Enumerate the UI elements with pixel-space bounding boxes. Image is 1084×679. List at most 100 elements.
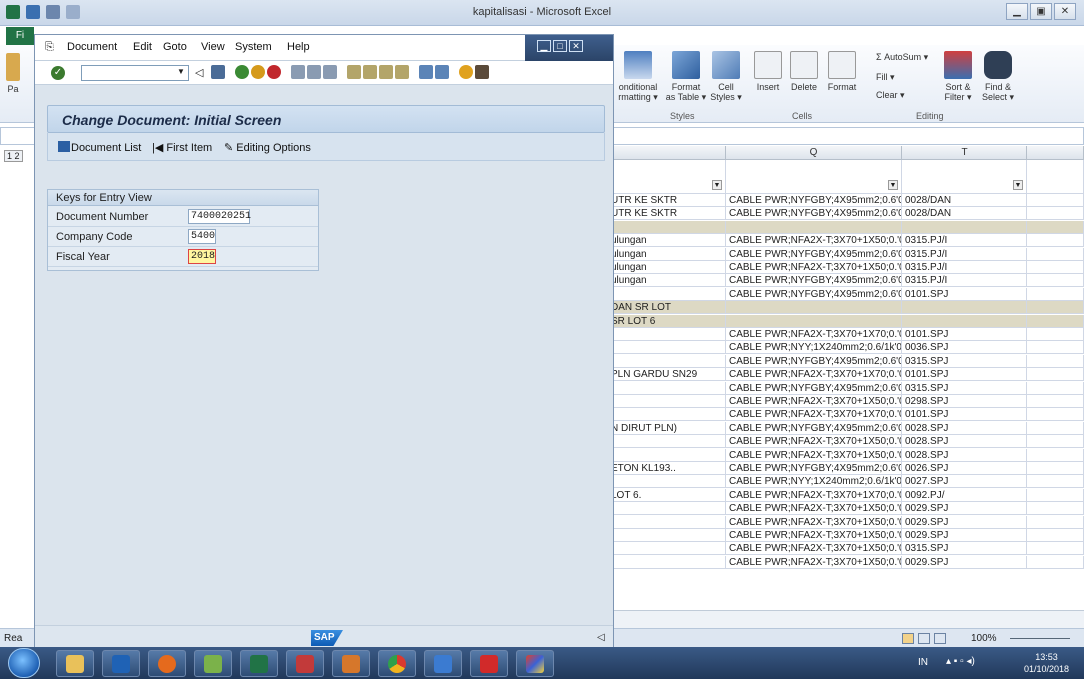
- view-page-break-icon[interactable]: [934, 633, 946, 644]
- table-row[interactable]: N DIRUT PLN) CABLE PWR;NYFGBY;4X95mm2;0.6…: [608, 421, 1084, 435]
- file-explorer-taskbar-button[interactable]: [56, 650, 94, 677]
- autosum-button[interactable]: Σ AutoSum ▾: [876, 52, 936, 62]
- green-back-icon[interactable]: [235, 65, 249, 79]
- table-cell[interactable]: 0101.SPJ: [902, 408, 1027, 422]
- sheet-scrollbar[interactable]: [608, 610, 1084, 628]
- table-cell[interactable]: CABLE PWR;NYFGBY;4X95mm2;0.6'00000000311…: [726, 462, 902, 475]
- table-row[interactable]: SR LOT 6: [608, 314, 1084, 328]
- table-cell[interactable]: 0101.SPJ: [902, 368, 1027, 382]
- cc4-taskbar-button[interactable]: [286, 650, 324, 677]
- filter-dropdown-icon[interactable]: ▼: [712, 180, 722, 190]
- first-page-icon[interactable]: [347, 65, 361, 79]
- table-cell[interactable]: 0315.PJ/I: [902, 234, 1027, 248]
- table-cell[interactable]: [1027, 381, 1084, 395]
- table-cell[interactable]: [1027, 207, 1084, 221]
- file-tab[interactable]: Fi: [6, 27, 34, 45]
- table-cell[interactable]: [608, 341, 726, 355]
- table-cell[interactable]: 0028/DAN: [902, 194, 1027, 207]
- minimize-button[interactable]: ▁: [1006, 3, 1028, 20]
- column-header-t[interactable]: T: [902, 146, 1027, 160]
- acrobat-taskbar-button[interactable]: [470, 650, 508, 677]
- table-cell[interactable]: DAN SR LOT: [608, 301, 726, 315]
- table-cell[interactable]: LOT 6.: [608, 488, 726, 502]
- table-cell[interactable]: 0028.SPJ: [902, 421, 1027, 435]
- table-cell[interactable]: ulungan: [608, 274, 726, 288]
- document-number-field[interactable]: 7400020251: [188, 209, 251, 224]
- tray-icons[interactable]: ▴ ▪ ▫ ◂): [946, 656, 975, 667]
- table-cell[interactable]: [726, 314, 902, 328]
- insert-button[interactable]: Insert: [750, 51, 786, 92]
- fiscal-year-field[interactable]: 2018: [188, 249, 216, 264]
- save-icon[interactable]: [211, 65, 225, 79]
- table-cell[interactable]: [1027, 421, 1084, 435]
- table-row[interactable]: LOT 6.CABLE PWR;NFA2X-T;3X70+1X70;0.'000…: [608, 488, 1084, 502]
- table-cell[interactable]: [1027, 220, 1084, 234]
- company-code-field[interactable]: 5400: [188, 229, 216, 244]
- table-cell[interactable]: [1027, 354, 1084, 368]
- editing-options-button[interactable]: ✎ Editing Options: [224, 141, 311, 154]
- table-row[interactable]: PLN GARDU SN29 CABLE PWR;NFA2X-T;3X70+1X7…: [608, 368, 1084, 382]
- table-cell[interactable]: [1027, 408, 1084, 422]
- enter-icon[interactable]: ✓: [51, 66, 65, 80]
- table-cell[interactable]: ulungan: [608, 234, 726, 248]
- table-cell[interactable]: CABLE PWR;NFA2X-T;3X70+1X50;0.'000000003…: [726, 261, 902, 274]
- table-cell[interactable]: [726, 301, 902, 315]
- table-cell[interactable]: CABLE PWR;NFA2X-T;3X70+1X70;0.'000000003…: [726, 488, 902, 502]
- table-row[interactable]: ETON KL193.. CABLE PWR;NYFGBY;4X95mm2;0.6…: [608, 462, 1084, 475]
- table-cell[interactable]: [1027, 194, 1084, 207]
- table-row[interactable]: UTR KE SKTR CABLE PWR;NYFGBY;4X95mm2;0.6'…: [608, 207, 1084, 221]
- back-icon[interactable]: ◁: [195, 66, 203, 79]
- sap-close-button[interactable]: ✕: [569, 40, 583, 52]
- next-page-icon[interactable]: [379, 65, 393, 79]
- menu-system[interactable]: System: [235, 41, 272, 53]
- table-cell[interactable]: CABLE PWR;NYFGBY;4X95mm2;0.6'00000000311…: [726, 194, 902, 207]
- table-cell[interactable]: 0101.SPJ: [902, 287, 1027, 301]
- table-row[interactable]: CABLE PWR;NFA2X-T;3X70+1X50;0.'000000003…: [608, 448, 1084, 462]
- sort-filter-button[interactable]: Sort & Filter ▾: [940, 51, 976, 102]
- table-cell[interactable]: ulungan: [608, 261, 726, 274]
- table-row[interactable]: ulunganCABLE PWR;NFA2X-T;3X70+1X50;0.'00…: [608, 261, 1084, 274]
- table-cell[interactable]: SR LOT 6: [608, 314, 726, 328]
- command-field[interactable]: [81, 65, 189, 81]
- table-cell[interactable]: CABLE PWR;NFA2X-T;3X70+1X70;0.'000000003…: [726, 408, 902, 422]
- table-cell[interactable]: [608, 381, 726, 395]
- table-cell[interactable]: [1027, 261, 1084, 274]
- table-cell[interactable]: [1027, 515, 1084, 529]
- table-cell[interactable]: [608, 529, 726, 542]
- table-cell[interactable]: CABLE PWR;NYY;1X240mm2;0.6/1k'0000000031…: [726, 475, 902, 489]
- view-page-layout-icon[interactable]: [918, 633, 930, 644]
- table-cell[interactable]: [608, 220, 726, 234]
- find-next-icon[interactable]: [323, 65, 337, 79]
- view-normal-icon[interactable]: [902, 633, 914, 644]
- table-cell[interactable]: [726, 220, 902, 234]
- start-button[interactable]: [8, 648, 40, 678]
- table-cell[interactable]: CABLE PWR;NFA2X-T;3X70+1X50;0.'000000003…: [726, 395, 902, 408]
- spreadsheet-grid[interactable]: Q T ▼ ▼ ▼ UTR KE SKTR CABLE PWR;NYFGBY;4X…: [608, 146, 1084, 610]
- chrome-taskbar-button[interactable]: [378, 650, 416, 677]
- app-taskbar-button[interactable]: [424, 650, 462, 677]
- table-cell[interactable]: CABLE PWR;NYFGBY;4X95mm2;0.6'00000000311…: [726, 287, 902, 301]
- clear-button[interactable]: Clear ▾: [876, 90, 916, 100]
- command-dropdown-icon[interactable]: ▼: [177, 67, 185, 76]
- print-icon[interactable]: [291, 65, 305, 79]
- table-cell[interactable]: 0315.PJ/I: [902, 247, 1027, 261]
- table-cell[interactable]: [1027, 234, 1084, 248]
- table-cell[interactable]: [902, 314, 1027, 328]
- sap-minimize-button[interactable]: ▁: [537, 40, 551, 52]
- table-cell[interactable]: CABLE PWR;NFA2X-T;3X70+1X70;0.'000000003…: [726, 368, 902, 382]
- table-cell[interactable]: 0315.SPJ: [902, 354, 1027, 368]
- table-cell[interactable]: 0101.SPJ: [902, 328, 1027, 341]
- table-cell[interactable]: [1027, 247, 1084, 261]
- menu-view[interactable]: View: [201, 41, 225, 53]
- table-row[interactable]: CABLE PWR;NFA2X-T;3X70+1X50;0.'000000003…: [608, 515, 1084, 529]
- table-cell[interactable]: CABLE PWR;NYFGBY;4X95mm2;0.6'00000000311…: [726, 247, 902, 261]
- exit-icon[interactable]: [251, 65, 265, 79]
- table-cell[interactable]: 0028.SPJ: [902, 448, 1027, 462]
- table-cell[interactable]: [608, 475, 726, 489]
- table-cell[interactable]: 0028/DAN: [902, 207, 1027, 221]
- table-cell[interactable]: 0298.SPJ: [902, 395, 1027, 408]
- menu-edit[interactable]: Edit: [133, 41, 152, 53]
- table-cell[interactable]: [1027, 395, 1084, 408]
- table-cell[interactable]: 0029.SPJ: [902, 515, 1027, 529]
- table-cell[interactable]: CABLE PWR;NYFGBY;4X95mm2;0.6'00000000311…: [726, 207, 902, 221]
